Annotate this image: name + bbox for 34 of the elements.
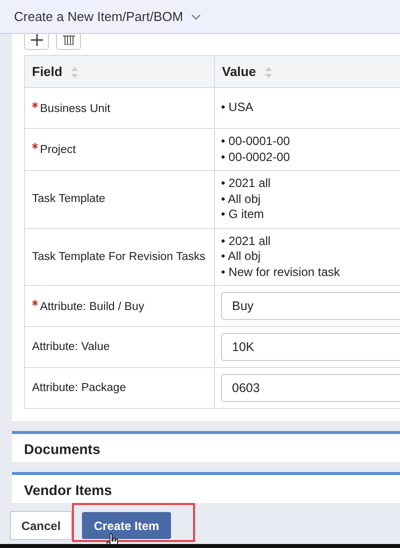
value-item: • All obj (221, 249, 262, 264)
column-header[interactable]: Field (24, 56, 214, 88)
required-icon (32, 102, 38, 108)
value-item: • New for revision task (221, 264, 341, 280)
input-field[interactable]: 10K (221, 333, 400, 361)
input-field[interactable]: 0603 (221, 374, 400, 402)
chevron-down-icon[interactable] (191, 14, 202, 20)
field-label: Attribute: Build / Buy (40, 300, 144, 312)
value-item: • All obj (221, 192, 262, 207)
sort-icon (264, 67, 272, 78)
section-header[interactable]: Documents (12, 431, 400, 462)
field-label: Task Template For Revision Tasks (32, 250, 206, 263)
value-item: • USA (221, 100, 254, 116)
trash-icon (62, 34, 74, 44)
value-item: • 2021 all (221, 176, 272, 192)
value-item: • G item (221, 207, 265, 222)
sort-icon (71, 67, 78, 78)
input-field[interactable]: Buy (221, 292, 400, 320)
section-header[interactable]: Vendor Items (12, 472, 400, 503)
cancel-button[interactable]: Cancel (10, 511, 72, 540)
value-item: • 00-0002-00 (221, 150, 291, 165)
field-label: Business Unit (40, 102, 110, 114)
column-header[interactable]: Value (214, 56, 400, 88)
value-item: • 00-0001-00 (221, 134, 291, 150)
plus-icon (30, 34, 42, 46)
field-label: Attribute: Value (32, 341, 110, 353)
required-icon (32, 143, 38, 149)
required-icon (32, 300, 38, 306)
dialog-title: Create a New Item/Part/BOM (14, 9, 184, 24)
create-item-button[interactable]: Create Item (82, 512, 171, 539)
field-label: Project (40, 144, 76, 156)
value-item: • 2021 all (221, 234, 272, 249)
field-label: Attribute: Package (32, 382, 126, 394)
field-label: Task Template (32, 193, 106, 206)
